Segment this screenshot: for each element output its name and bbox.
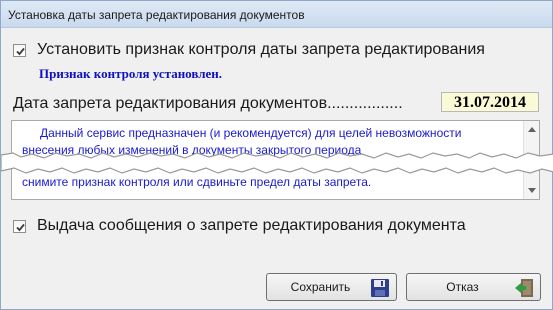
scroll-down-icon[interactable] [528, 188, 536, 193]
title-bar: Установка даты запрета редактирования до… [1, 1, 552, 28]
memo-scrollbar[interactable] [523, 121, 539, 199]
cancel-button[interactable]: Отказ [406, 273, 541, 301]
exit-door-icon [515, 279, 533, 297]
checkmark-icon [16, 47, 25, 55]
lock-date-field[interactable]: 31.07.2014 [441, 92, 539, 112]
lock-date-label: Дата запрета редактирования документов..… [13, 95, 403, 112]
checkmark-icon [16, 223, 25, 231]
message-flag-checkbox[interactable] [13, 219, 26, 233]
message-flag-row[interactable]: Выдача сообщения о запрете редактировани… [13, 217, 466, 235]
control-flag-checkbox[interactable] [13, 43, 26, 57]
info-memo[interactable]: Данный сервис предназначен (и рекомендуе… [11, 120, 540, 200]
info-memo-line: снимите признак контроля или сдвиньте пр… [22, 175, 372, 189]
save-button[interactable]: Сохранить [266, 273, 397, 301]
window-title: Установка даты запрета редактирования до… [8, 8, 305, 22]
info-memo-line: Данный сервис предназначен (и рекомендуе… [40, 126, 462, 140]
message-flag-label: Выдача сообщения о запрете редактировани… [37, 217, 466, 234]
info-memo-text: Данный сервис предназначен (и рекомендуе… [22, 125, 522, 191]
floppy-disk-icon [371, 279, 389, 297]
info-memo-line: внесения любых изменений в документы зак… [22, 142, 362, 157]
control-status-text: Признак контроля установлен. [39, 66, 223, 81]
dialog-window: Установка даты запрета редактирования до… [0, 0, 553, 310]
control-flag-label: Установить признак контроля даты запрета… [37, 41, 485, 58]
control-flag-row[interactable]: Установить признак контроля даты запрета… [13, 41, 485, 59]
scroll-up-icon[interactable] [528, 127, 536, 132]
